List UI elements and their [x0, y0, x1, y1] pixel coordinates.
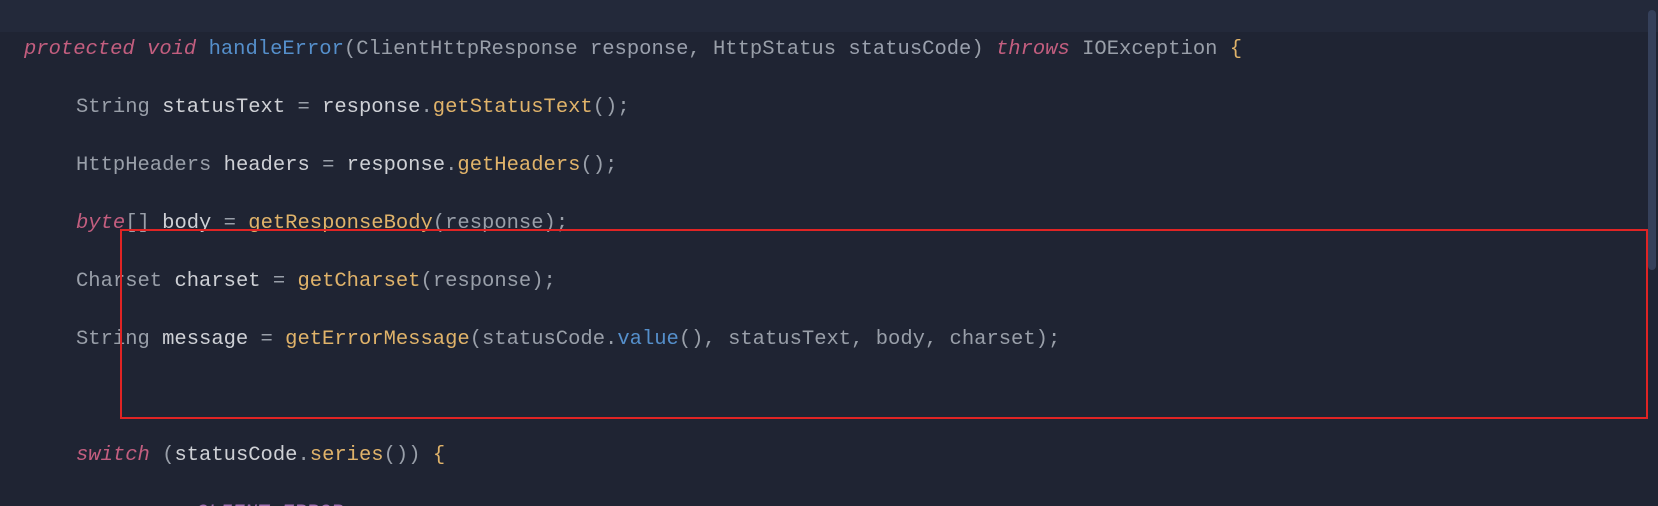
code-line: case CLIENT_ERROR:	[24, 499, 1658, 506]
code-line: HttpHeaders headers = response.getHeader…	[24, 151, 1658, 180]
dot: .	[297, 444, 309, 467]
code-line: String message = getErrorMessage(statusC…	[24, 325, 1658, 354]
call-arg: statusCode	[482, 328, 605, 351]
param-name: statusCode	[848, 38, 971, 61]
assign: =	[211, 212, 248, 235]
paren-close: );	[1036, 328, 1061, 351]
method-call: getResponseBody	[248, 212, 433, 235]
object-ref: response	[322, 96, 420, 119]
brace-open: {	[433, 444, 445, 467]
vertical-scrollbar[interactable]	[1648, 10, 1656, 270]
var-name: charset	[174, 270, 260, 293]
object-ref: statusCode	[174, 444, 297, 467]
code-line: protected void handleError(ClientHttpRes…	[24, 35, 1658, 64]
dot: .	[445, 154, 457, 177]
call-arg: body	[876, 328, 925, 351]
dot: .	[605, 328, 617, 351]
keyword-throws: throws	[996, 38, 1070, 61]
var-name: message	[162, 328, 248, 351]
assign: =	[248, 328, 285, 351]
keyword-switch: switch	[76, 444, 150, 467]
blank-line	[24, 383, 1658, 412]
comma: ,	[925, 328, 950, 351]
keyword-case: case	[134, 502, 183, 506]
var-name: body	[162, 212, 211, 235]
parens: ();	[593, 96, 630, 119]
parens: ()	[384, 444, 409, 467]
paren-close: );	[544, 212, 569, 235]
call-arg: response	[433, 270, 531, 293]
keyword-byte: byte	[76, 212, 125, 235]
param-type: ClientHttpResponse	[356, 38, 577, 61]
param-name: response	[590, 38, 688, 61]
dot: .	[420, 96, 432, 119]
brackets: []	[125, 212, 150, 235]
var-type: Charset	[76, 270, 162, 293]
paren-close: );	[531, 270, 556, 293]
paren-open: (	[344, 38, 356, 61]
enum-constant: CLIENT_ERROR	[196, 502, 344, 506]
call-arg: charset	[950, 328, 1036, 351]
assign: =	[261, 270, 298, 293]
method-call: getErrorMessage	[285, 328, 470, 351]
parens: ()	[679, 328, 704, 351]
colon: :	[343, 502, 355, 506]
method-call: value	[617, 328, 679, 351]
comma: ,	[703, 328, 728, 351]
var-type: String	[76, 328, 150, 351]
var-name: statusText	[162, 96, 285, 119]
method-call: getStatusText	[433, 96, 593, 119]
code-line: byte[] body = getResponseBody(response);	[24, 209, 1658, 238]
assign: =	[310, 154, 347, 177]
exception-type: IOException	[1082, 38, 1217, 61]
paren-close: )	[971, 38, 983, 61]
call-arg: response	[445, 212, 543, 235]
assign: =	[285, 96, 322, 119]
var-name: headers	[224, 154, 310, 177]
paren-open: (	[470, 328, 482, 351]
paren-open: (	[421, 270, 433, 293]
keyword-protected: protected	[24, 38, 135, 61]
method-call: getHeaders	[457, 154, 580, 177]
code-line: Charset charset = getCharset(response);	[24, 267, 1658, 296]
comma: ,	[688, 38, 713, 61]
comma: ,	[851, 328, 876, 351]
code-line: switch (statusCode.series()) {	[24, 441, 1658, 470]
paren-open: (	[433, 212, 445, 235]
paren-close: )	[408, 444, 420, 467]
method-name: handleError	[209, 38, 344, 61]
paren-open: (	[162, 444, 174, 467]
code-editor[interactable]: protected void handleError(ClientHttpRes…	[0, 0, 1658, 506]
brace-open: {	[1230, 38, 1242, 61]
var-type: String	[76, 96, 150, 119]
var-type: HttpHeaders	[76, 154, 211, 177]
parens: ();	[580, 154, 617, 177]
object-ref: response	[347, 154, 445, 177]
keyword-void: void	[147, 38, 196, 61]
method-call: series	[310, 444, 384, 467]
method-call: getCharset	[297, 270, 420, 293]
code-line: String statusText = response.getStatusTe…	[24, 93, 1658, 122]
param-type: HttpStatus	[713, 38, 836, 61]
call-arg: statusText	[728, 328, 851, 351]
